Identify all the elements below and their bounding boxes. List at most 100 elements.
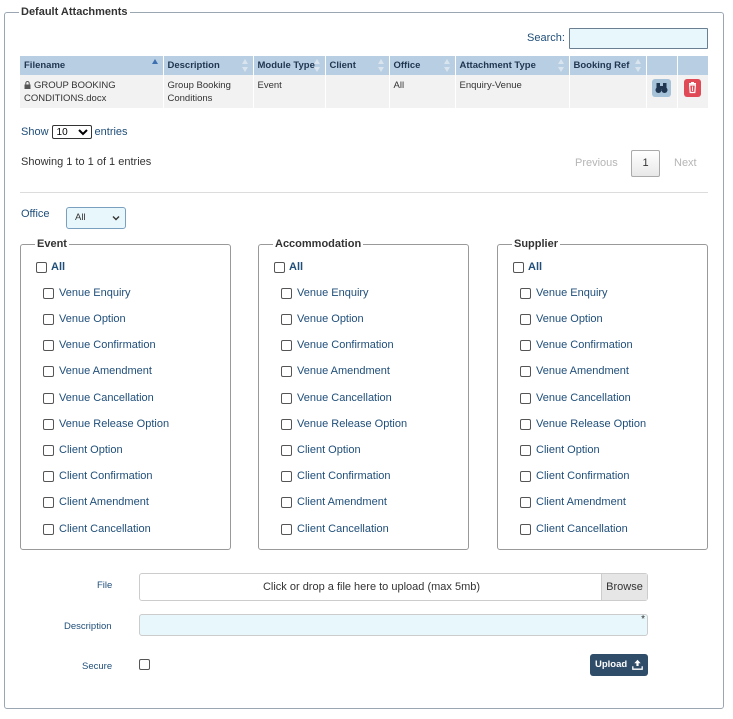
search-input[interactable] (569, 28, 708, 49)
office-select-value: All (75, 212, 86, 223)
supplier-option[interactable]: Client Option (520, 444, 600, 456)
event-option[interactable]: Client Option (43, 444, 123, 456)
supplier-option[interactable]: Venue Enquiry (520, 287, 608, 299)
checkbox[interactable] (43, 418, 54, 430)
event-option[interactable]: Venue Cancellation (43, 392, 154, 404)
page-1-button[interactable]: 1 (631, 150, 660, 177)
checkbox[interactable] (281, 418, 292, 430)
column-office[interactable]: Office (389, 56, 456, 75)
supplier-option[interactable]: Client Amendment (520, 496, 626, 508)
accommodation-option[interactable]: Client Confirmation (281, 470, 391, 482)
checkbox[interactable] (281, 523, 292, 535)
checkbox[interactable] (43, 470, 54, 482)
office-select[interactable]: All (66, 207, 126, 229)
checkbox[interactable] (281, 496, 292, 508)
checkbox[interactable] (520, 392, 531, 404)
column-client[interactable]: Client (325, 56, 390, 75)
checkbox[interactable] (281, 470, 292, 482)
event-option[interactable]: Venue Confirmation (43, 339, 156, 351)
checkbox[interactable] (281, 392, 292, 404)
show-label: Show (21, 126, 49, 138)
checkbox[interactable] (36, 261, 47, 273)
supplier-option[interactable]: Venue Release Option (520, 418, 646, 430)
checkbox[interactable] (520, 365, 531, 377)
accommodation-option[interactable]: Client Cancellation (281, 523, 389, 535)
supplier-option[interactable]: Venue Option (520, 313, 603, 325)
column-booking-ref[interactable]: Booking Ref (569, 56, 647, 75)
column-attachment-type[interactable]: Attachment Type (455, 56, 570, 75)
checkbox[interactable] (274, 261, 285, 273)
event-option[interactable]: Venue Enquiry (43, 287, 131, 299)
option-label: Venue Enquiry (59, 287, 131, 299)
checkbox[interactable] (43, 287, 54, 299)
checkbox[interactable] (520, 496, 531, 508)
attachments-table: Filename Description Module Type Client … (20, 56, 708, 108)
event-option[interactable]: Client Cancellation (43, 523, 151, 535)
cell-filename: GROUP BOOKING CONDITIONS.docx (20, 75, 164, 108)
event-all-checkbox[interactable]: All (36, 261, 65, 273)
accommodation-option[interactable]: Venue Enquiry (281, 287, 369, 299)
group-title: Accommodation (273, 238, 364, 250)
required-indicator: * (641, 614, 645, 625)
description-line1: Group Booking (167, 80, 231, 91)
cell-booking-ref (569, 75, 647, 108)
event-option[interactable]: Venue Release Option (43, 418, 169, 430)
checkbox[interactable] (43, 444, 54, 456)
option-label: Venue Confirmation (59, 339, 156, 351)
checkbox[interactable] (281, 287, 292, 299)
checkbox[interactable] (520, 313, 531, 325)
checkbox[interactable] (520, 339, 531, 351)
supplier-option[interactable]: Client Confirmation (520, 470, 630, 482)
checkbox[interactable] (520, 470, 531, 482)
entries-select[interactable]: 10 (51, 125, 92, 139)
column-filename[interactable]: Filename (20, 56, 164, 75)
accommodation-option[interactable]: Client Option (281, 444, 361, 456)
upload-button[interactable]: Upload (590, 654, 648, 676)
event-option[interactable]: Venue Amendment (43, 365, 152, 377)
accommodation-all-checkbox[interactable]: All (274, 261, 303, 273)
group-title: Supplier (512, 238, 561, 250)
accommodation-option[interactable]: Venue Amendment (281, 365, 390, 377)
file-dropzone[interactable]: Click or drop a file here to upload (max… (139, 573, 648, 601)
column-description[interactable]: Description (163, 56, 254, 75)
option-label: Client Confirmation (59, 470, 153, 482)
next-button[interactable]: Next (674, 157, 697, 169)
event-option[interactable]: Venue Option (43, 313, 126, 325)
event-option[interactable]: Client Confirmation (43, 470, 153, 482)
checkbox[interactable] (281, 339, 292, 351)
browse-button[interactable]: Browse (601, 574, 647, 600)
checkbox[interactable] (520, 418, 531, 430)
supplier-option[interactable]: Venue Confirmation (520, 339, 633, 351)
checkbox[interactable] (43, 339, 54, 351)
supplier-option[interactable]: Venue Amendment (520, 365, 629, 377)
accommodation-option[interactable]: Client Amendment (281, 496, 387, 508)
option-label: Venue Confirmation (536, 339, 633, 351)
checkbox[interactable] (281, 313, 292, 325)
supplier-all-checkbox[interactable]: All (513, 261, 542, 273)
accommodation-option[interactable]: Venue Release Option (281, 418, 407, 430)
delete-button[interactable] (684, 79, 702, 97)
checkbox[interactable] (43, 365, 54, 377)
checkbox[interactable] (513, 261, 524, 273)
secure-checkbox[interactable] (139, 659, 150, 670)
accommodation-option[interactable]: Venue Cancellation (281, 392, 392, 404)
checkbox[interactable] (520, 444, 531, 456)
accommodation-option[interactable]: Venue Confirmation (281, 339, 394, 351)
checkbox[interactable] (281, 365, 292, 377)
previous-button[interactable]: Previous (575, 157, 618, 169)
column-module-type[interactable]: Module Type (253, 56, 326, 75)
accommodation-option[interactable]: Venue Option (281, 313, 364, 325)
description-line2: Conditions (167, 93, 213, 104)
supplier-option[interactable]: Client Cancellation (520, 523, 628, 535)
checkbox[interactable] (43, 392, 54, 404)
checkbox[interactable] (43, 523, 54, 535)
description-input[interactable]: * (139, 614, 648, 636)
supplier-option[interactable]: Venue Cancellation (520, 392, 631, 404)
view-button[interactable] (652, 79, 671, 97)
checkbox[interactable] (520, 287, 531, 299)
checkbox[interactable] (520, 523, 531, 535)
checkbox[interactable] (281, 444, 292, 456)
event-option[interactable]: Client Amendment (43, 496, 149, 508)
checkbox[interactable] (43, 313, 54, 325)
checkbox[interactable] (43, 496, 54, 508)
